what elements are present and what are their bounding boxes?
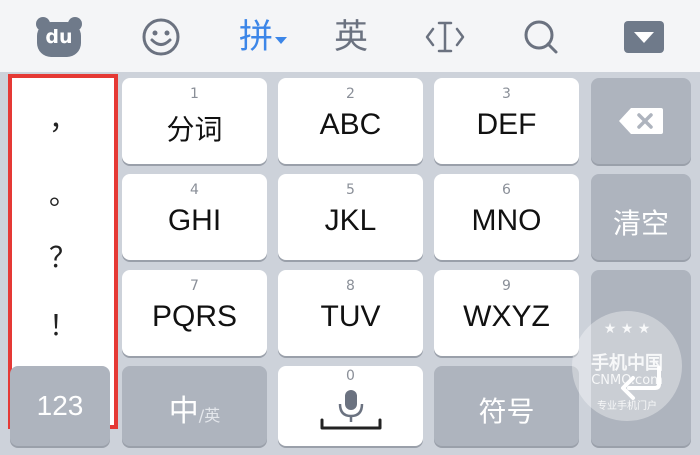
- pinyin-mode-button[interactable]: 拼: [232, 10, 294, 64]
- search-button[interactable]: [516, 10, 566, 64]
- numbers-label: 123: [36, 390, 84, 421]
- baidu-du-logo-button[interactable]: du: [30, 10, 88, 64]
- key-5-jkl[interactable]: 5 JKL: [278, 174, 423, 260]
- backspace-key[interactable]: [591, 78, 691, 164]
- zh-en-label-wrap: 中/英: [122, 386, 267, 430]
- key-number: 5: [346, 182, 355, 198]
- clear-key[interactable]: 清空: [591, 174, 691, 260]
- collapse-down-icon: [624, 21, 664, 53]
- key-number: 9: [502, 278, 511, 294]
- zh-label: 中: [168, 394, 199, 429]
- punct-period[interactable]: 。: [12, 173, 114, 213]
- english-mode-button[interactable]: 英: [326, 10, 376, 64]
- watermark-en-text: CNMO.com: [591, 373, 663, 388]
- key-label: MNO: [471, 204, 542, 237]
- en-small-label: /英: [198, 406, 221, 425]
- pinyin-label: 拼: [239, 17, 273, 57]
- key-label: DEF: [476, 108, 537, 141]
- zh-en-toggle-key[interactable]: 中/英: [122, 366, 267, 446]
- key-number: 0: [346, 368, 355, 384]
- punct-exclamation[interactable]: ！: [12, 304, 114, 344]
- watermark-cn-text: 手机中国: [591, 353, 663, 374]
- key-8-tuv[interactable]: 8 TUV: [278, 270, 423, 356]
- key-6-mno[interactable]: 6 MNO: [434, 174, 579, 260]
- symbols-key[interactable]: 符号: [434, 366, 579, 446]
- key-label: 分词: [166, 113, 223, 146]
- emoji-button[interactable]: [134, 10, 188, 64]
- key-label: ABC: [319, 108, 382, 141]
- key-label: WXYZ: [463, 300, 550, 333]
- clear-label: 清空: [612, 207, 669, 240]
- search-icon: [524, 20, 558, 54]
- key-7-pqrs[interactable]: 7 PQRS: [122, 270, 267, 356]
- key-4-ghi[interactable]: 4 GHI: [122, 174, 267, 260]
- key-3-def[interactable]: 3 DEF: [434, 78, 579, 164]
- du-logo-text: du: [45, 26, 73, 48]
- key-label: PQRS: [151, 300, 238, 333]
- text-cursor-icon: [425, 21, 465, 53]
- key-number: 4: [190, 182, 199, 198]
- key-number: 1: [190, 86, 199, 102]
- watermark-tagline: 专业手机门户: [597, 401, 657, 412]
- key-number: 3: [502, 86, 511, 102]
- smiley-icon: [142, 18, 180, 56]
- microphone-icon: [320, 390, 382, 430]
- punct-comma[interactable]: ，: [12, 98, 114, 138]
- dropdown-caret-icon: [275, 36, 287, 44]
- hide-keyboard-button[interactable]: [618, 10, 670, 64]
- key-label: JKL: [324, 204, 377, 237]
- key-number: 7: [190, 278, 199, 294]
- cnmo-watermark: ★ ★ ★ 手机中国 CNMO.com 专业手机门户: [572, 311, 682, 421]
- keyboard-toolbar: du 拼 英: [0, 0, 700, 73]
- key-label: TUV: [320, 300, 381, 333]
- backspace-icon: [619, 108, 663, 134]
- key-label: GHI: [167, 204, 222, 237]
- key-number: 2: [346, 86, 355, 102]
- star-icon: ★ ★ ★: [603, 321, 651, 337]
- key-number: 6: [502, 182, 511, 198]
- cursor-move-button[interactable]: [420, 10, 470, 64]
- symbols-label: 符号: [478, 395, 535, 428]
- key-2-abc[interactable]: 2 ABC: [278, 78, 423, 164]
- english-label: 英: [334, 17, 368, 57]
- keypad-area: ， 。 ？ ！ 1 分词 2 ABC 3 DEF 4 GHI 5 JKL 6 M…: [0, 72, 700, 455]
- key-1-fenci[interactable]: 1 分词: [122, 78, 267, 164]
- numbers-key[interactable]: 123: [10, 366, 110, 446]
- space-voice-key[interactable]: 0: [278, 366, 423, 446]
- key-number: 8: [346, 278, 355, 294]
- punct-question[interactable]: ？: [12, 236, 114, 276]
- key-9-wxyz[interactable]: 9 WXYZ: [434, 270, 579, 356]
